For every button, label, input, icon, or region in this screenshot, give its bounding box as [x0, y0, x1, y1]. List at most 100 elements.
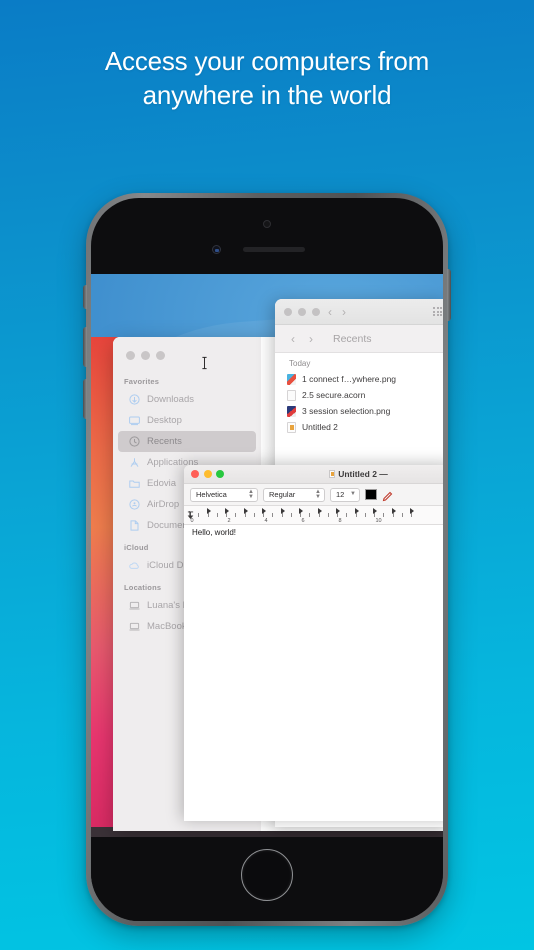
textedit-format-toolbar[interactable]: Helvetica ▲ ▼ Regular ▲ ▼ 12 ▼ — [184, 484, 443, 506]
tab-stop-marker[interactable] — [336, 508, 340, 514]
sidebar-group-label: Favorites — [124, 377, 160, 386]
close-button[interactable] — [126, 351, 135, 360]
minimize-button[interactable] — [141, 351, 150, 360]
laptop-icon — [129, 621, 140, 632]
sidebar-item-recents[interactable]: Recents — [118, 431, 256, 452]
ruler-tick — [383, 513, 385, 517]
font-size-value: 12 — [336, 490, 345, 499]
front-camera-icon — [263, 220, 271, 228]
tab-stop-marker[interactable] — [373, 508, 377, 514]
font-size-select[interactable]: 12 ▼ — [330, 487, 360, 502]
recents-clock-icon — [129, 436, 140, 447]
file-list-item[interactable]: 1 connect f…ywhere.png — [275, 371, 443, 387]
ruler-number: 10 — [375, 518, 382, 524]
icloud-icon — [129, 560, 140, 571]
forward-chevron-icon[interactable]: › — [307, 333, 315, 345]
volume-up-button[interactable] — [83, 327, 87, 367]
ruler-tick — [346, 513, 348, 517]
tab-stop-marker[interactable] — [317, 508, 322, 514]
tab-stop-marker[interactable] — [299, 508, 303, 514]
png-thumbnail-icon — [287, 405, 296, 417]
desktop-icon — [129, 415, 140, 426]
text-cursor-icon — [201, 356, 208, 370]
ruler-tick — [401, 513, 403, 517]
ruler-tick — [364, 513, 366, 517]
ruler-number: 2 — [227, 518, 231, 524]
headline-line-1: Access your computers from — [104, 46, 430, 76]
file-name: 1 connect f…ywhere.png — [302, 374, 397, 384]
airdrop-icon — [129, 499, 140, 510]
ruler-number: 6 — [301, 518, 305, 524]
textedit-text-area[interactable]: Hello, world! — [184, 525, 443, 821]
phone-screen: Favorites Downloads Desktop Recents Applicat… — [91, 274, 443, 837]
chevron-updown-icon[interactable]: ▲ ▼ — [248, 489, 254, 500]
ruler-tick — [309, 513, 311, 517]
volume-down-button[interactable] — [83, 379, 87, 419]
close-button[interactable] — [284, 307, 292, 316]
textedit-body-text: Hello, world! — [192, 528, 237, 537]
finder-traffic-lights[interactable] — [113, 341, 261, 370]
sidebar-item-label: Edovia — [147, 478, 177, 489]
minimize-button[interactable] — [298, 307, 306, 316]
tab-stop-marker[interactable] — [354, 508, 359, 514]
font-style-select[interactable]: Regular ▲ ▼ — [263, 487, 325, 502]
tab-stop-marker[interactable] — [243, 508, 248, 514]
indent-marker[interactable] — [187, 507, 194, 520]
textedit-ruler[interactable]: 0 2 4 6 8 10 — [184, 506, 443, 525]
chevron-down-icon[interactable]: ▼ — [350, 491, 356, 497]
font-style-value: Regular — [269, 490, 296, 499]
back-chevron-icon[interactable]: ‹ — [326, 306, 334, 318]
home-button[interactable] — [241, 849, 293, 901]
tab-stop-marker[interactable] — [410, 508, 414, 514]
file-list-item[interactable]: 2.5 secure.acorn — [275, 387, 443, 403]
applications-icon — [129, 457, 140, 468]
maximize-button[interactable] — [156, 351, 165, 360]
ruler-number: 8 — [338, 518, 342, 524]
ruler-tick — [272, 513, 274, 517]
sidebar-item-label: Desktop — [147, 415, 182, 426]
file-list-item[interactable]: Untitled 2 — [275, 419, 443, 435]
proximity-sensor-icon — [212, 245, 221, 254]
chevron-updown-icon[interactable]: ▲ ▼ — [315, 489, 321, 500]
tab-stop-marker[interactable] — [206, 508, 211, 514]
folder-icon — [129, 478, 140, 489]
page-title: Access your computers from anywhere in t… — [0, 44, 534, 112]
sidebar-item-downloads[interactable]: Downloads — [118, 389, 256, 410]
iphone-device-frame: Favorites Downloads Desktop Recents Applicat… — [83, 193, 451, 926]
ruler-tick — [327, 513, 329, 517]
downloads-icon — [129, 394, 140, 405]
sidebar-item-desktop[interactable]: Desktop — [118, 410, 256, 431]
rtf-file-icon — [287, 421, 296, 433]
font-family-select[interactable]: Helvetica ▲ ▼ — [190, 487, 258, 502]
sidebar-item-label: Downloads — [147, 394, 194, 405]
textedit-titlebar[interactable]: Untitled 2 — — [184, 465, 443, 484]
png-thumbnail-icon — [287, 373, 296, 385]
tab-stop-marker[interactable] — [225, 508, 229, 514]
tab-stop-marker[interactable] — [391, 508, 396, 514]
highlight-pen-icon[interactable] — [382, 489, 394, 501]
textedit-title-text: Untitled 2 — — [338, 469, 388, 479]
mute-switch[interactable] — [83, 285, 87, 309]
sidebar-item-label: AirDrop — [147, 499, 180, 510]
tab-stop-marker[interactable] — [280, 508, 285, 514]
rtf-file-icon — [329, 470, 336, 478]
ruler-number: 4 — [264, 518, 268, 524]
tab-stop-marker[interactable] — [262, 508, 266, 514]
text-color-swatch[interactable] — [365, 489, 377, 500]
back-chevron-icon[interactable]: ‹ — [289, 333, 297, 345]
power-button[interactable] — [447, 269, 451, 321]
ruler-tick — [253, 513, 255, 517]
file-list-item[interactable]: 3 session selection.png — [275, 403, 443, 419]
textedit-window[interactable]: Untitled 2 — Helvetica ▲ ▼ Regular ▲ ▼ 12 … — [184, 465, 443, 821]
laptop-icon — [129, 600, 140, 611]
maximize-button[interactable] — [312, 307, 320, 316]
recents-titlebar[interactable]: ‹ › — [275, 299, 443, 325]
document-icon — [129, 520, 140, 531]
file-name: 3 session selection.png — [302, 406, 391, 416]
grid-view-icon[interactable] — [433, 307, 442, 316]
acorn-file-icon — [287, 389, 296, 401]
file-section-header: Today — [275, 353, 443, 371]
recents-navbar[interactable]: ‹ › Recents — [275, 325, 443, 353]
headline-line-2: anywhere in the world — [142, 80, 392, 110]
forward-chevron-icon[interactable]: › — [340, 306, 348, 318]
